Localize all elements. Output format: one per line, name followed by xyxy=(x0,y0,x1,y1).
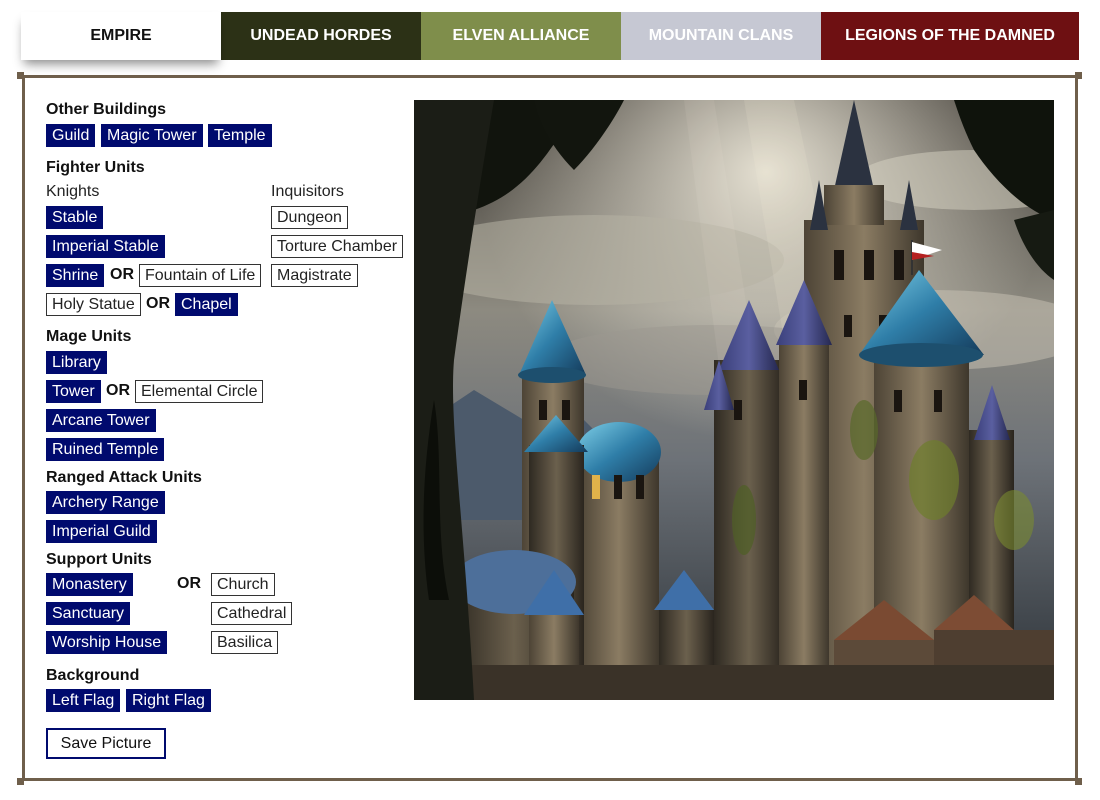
option-sanctuary[interactable]: Sanctuary xyxy=(46,602,131,625)
section-title-support-units: Support Units xyxy=(46,551,152,568)
save-picture-button[interactable]: Save Picture xyxy=(46,728,166,759)
option-imperial-guild[interactable]: Imperial Guild xyxy=(46,520,157,543)
frame-corner-bottom-left xyxy=(17,778,24,785)
subsection-title-knights: Knights xyxy=(46,183,100,200)
tab-elven-alliance[interactable]: ELVEN ALLIANCE xyxy=(421,12,621,60)
option-shrine[interactable]: Shrine xyxy=(46,264,105,287)
option-elemental-circle[interactable]: Elemental Circle xyxy=(135,380,264,403)
option-left-flag[interactable]: Left Flag xyxy=(46,689,121,712)
option-basilica[interactable]: Basilica xyxy=(211,631,279,654)
option-holy-statue[interactable]: Holy Statue xyxy=(46,293,141,316)
tab-empire[interactable]: EMPIRE xyxy=(21,12,221,60)
section-title-mage-units: Mage Units xyxy=(46,328,132,345)
option-arcane-tower[interactable]: Arcane Tower xyxy=(46,409,156,432)
option-ruined-temple[interactable]: Ruined Temple xyxy=(46,438,165,461)
option-archery-range[interactable]: Archery Range xyxy=(46,491,165,514)
option-magistrate[interactable]: Magistrate xyxy=(271,264,358,287)
option-chapel[interactable]: Chapel xyxy=(175,293,238,316)
tab-undead-hordes[interactable]: UNDEAD HORDES xyxy=(221,12,421,60)
option-cathedral[interactable]: Cathedral xyxy=(211,602,293,625)
option-stable[interactable]: Stable xyxy=(46,206,104,229)
section-title-other-buildings: Other Buildings xyxy=(46,101,166,118)
or-separator: OR xyxy=(106,382,130,399)
option-tower[interactable]: Tower xyxy=(46,380,101,403)
option-right-flag[interactable]: Right Flag xyxy=(126,689,211,712)
section-title-fighter-units: Fighter Units xyxy=(46,159,145,176)
tab-mountain-clans[interactable]: MOUNTAIN CLANS xyxy=(621,12,821,60)
faction-tab-bar: EMPIRE UNDEAD HORDES ELVEN ALLIANCE MOUN… xyxy=(21,12,1079,60)
frame-corner-bottom-right xyxy=(1075,778,1082,785)
section-title-ranged-attack-units: Ranged Attack Units xyxy=(46,469,202,486)
section-title-background: Background xyxy=(46,667,140,684)
castle-preview-image xyxy=(414,100,1054,700)
subsection-title-inquisitors: Inquisitors xyxy=(271,183,344,200)
tab-legions-of-the-damned[interactable]: LEGIONS OF THE DAMNED xyxy=(821,12,1079,60)
option-imperial-stable[interactable]: Imperial Stable xyxy=(46,235,165,258)
or-separator: OR xyxy=(177,575,201,592)
or-separator: OR xyxy=(146,295,170,312)
option-temple[interactable]: Temple xyxy=(208,124,272,147)
frame-corner-top-right xyxy=(1075,72,1082,79)
option-fountain-of-life[interactable]: Fountain of Life xyxy=(139,264,262,287)
castle-illustration xyxy=(414,100,1054,700)
option-torture-chamber[interactable]: Torture Chamber xyxy=(271,235,404,258)
option-church[interactable]: Church xyxy=(211,573,275,596)
or-separator: OR xyxy=(110,266,134,283)
option-worship-house[interactable]: Worship House xyxy=(46,631,168,654)
option-guild[interactable]: Guild xyxy=(46,124,96,147)
option-monastery[interactable]: Monastery xyxy=(46,573,133,596)
option-dungeon[interactable]: Dungeon xyxy=(271,206,348,229)
option-magic-tower[interactable]: Magic Tower xyxy=(101,124,203,147)
option-library[interactable]: Library xyxy=(46,351,107,374)
frame-corner-top-left xyxy=(17,72,24,79)
